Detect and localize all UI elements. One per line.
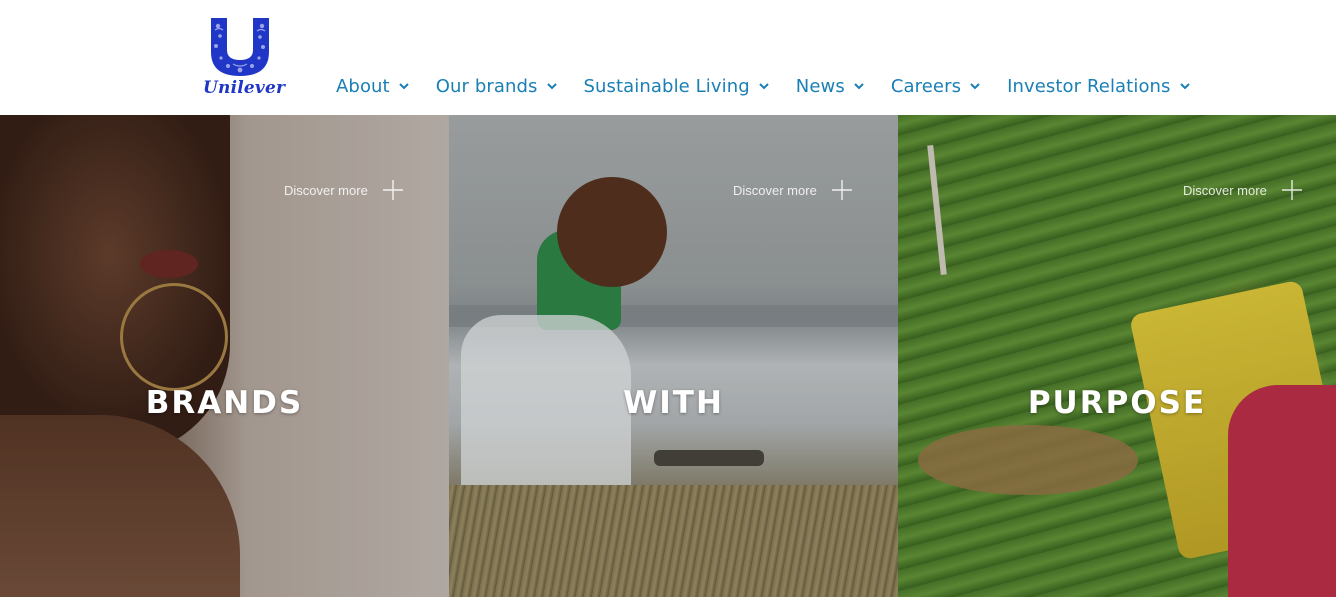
hero-panels: Discover more BRANDS Discover more WITH … xyxy=(0,115,1336,597)
nav-item-investor-relations[interactable]: Investor Relations xyxy=(1007,76,1190,97)
nav-item-news[interactable]: News xyxy=(796,76,865,97)
logo-wordmark: Unilever xyxy=(203,78,286,98)
panel-title: PURPOSE xyxy=(1027,385,1207,421)
nav-item-label: News xyxy=(795,75,845,97)
nav-item-label: Careers xyxy=(890,75,962,97)
nav-item-careers[interactable]: Careers xyxy=(891,76,981,97)
chevron-down-icon xyxy=(970,83,980,90)
discover-more-label: Discover more xyxy=(1183,182,1267,198)
discover-more-label: Discover more xyxy=(733,182,817,198)
unilever-u-icon xyxy=(211,18,269,76)
site-header: Unilever About Our brands Sustainable Li… xyxy=(0,0,1336,115)
chevron-down-icon xyxy=(546,83,557,90)
nav-item-label: About xyxy=(336,75,390,97)
chevron-down-icon xyxy=(1179,83,1190,90)
hero-panel-brands[interactable]: Discover more BRANDS xyxy=(0,115,449,597)
discover-more-link[interactable]: Discover more xyxy=(284,179,404,201)
plus-icon xyxy=(831,180,852,200)
discover-more-link[interactable]: Discover more xyxy=(733,179,853,201)
nav-item-our-brands[interactable]: Our brands xyxy=(436,76,558,97)
hero-panel-with[interactable]: Discover more WITH xyxy=(449,115,898,597)
chevron-down-icon xyxy=(854,83,864,90)
nav-item-label: Our brands xyxy=(435,75,538,97)
hero-panel-purpose[interactable]: Discover more PURPOSE xyxy=(898,115,1336,597)
nav-item-sustainable-living[interactable]: Sustainable Living xyxy=(584,76,770,97)
chevron-down-icon xyxy=(759,83,769,90)
nav-item-label: Investor Relations xyxy=(1007,75,1171,97)
nav-item-label: Sustainable Living xyxy=(583,75,750,97)
discover-more-label: Discover more xyxy=(284,182,368,198)
chevron-down-icon xyxy=(399,83,409,90)
unilever-logo[interactable]: Unilever xyxy=(203,16,286,102)
discover-more-link[interactable]: Discover more xyxy=(1183,179,1303,201)
plus-icon xyxy=(382,180,403,200)
panel-title: BRANDS xyxy=(145,385,304,421)
nav-item-about[interactable]: About xyxy=(336,76,410,97)
plus-icon xyxy=(1281,180,1302,200)
main-nav: About Our brands Sustainable Living News… xyxy=(336,74,1217,98)
panel-title: WITH xyxy=(623,385,724,421)
